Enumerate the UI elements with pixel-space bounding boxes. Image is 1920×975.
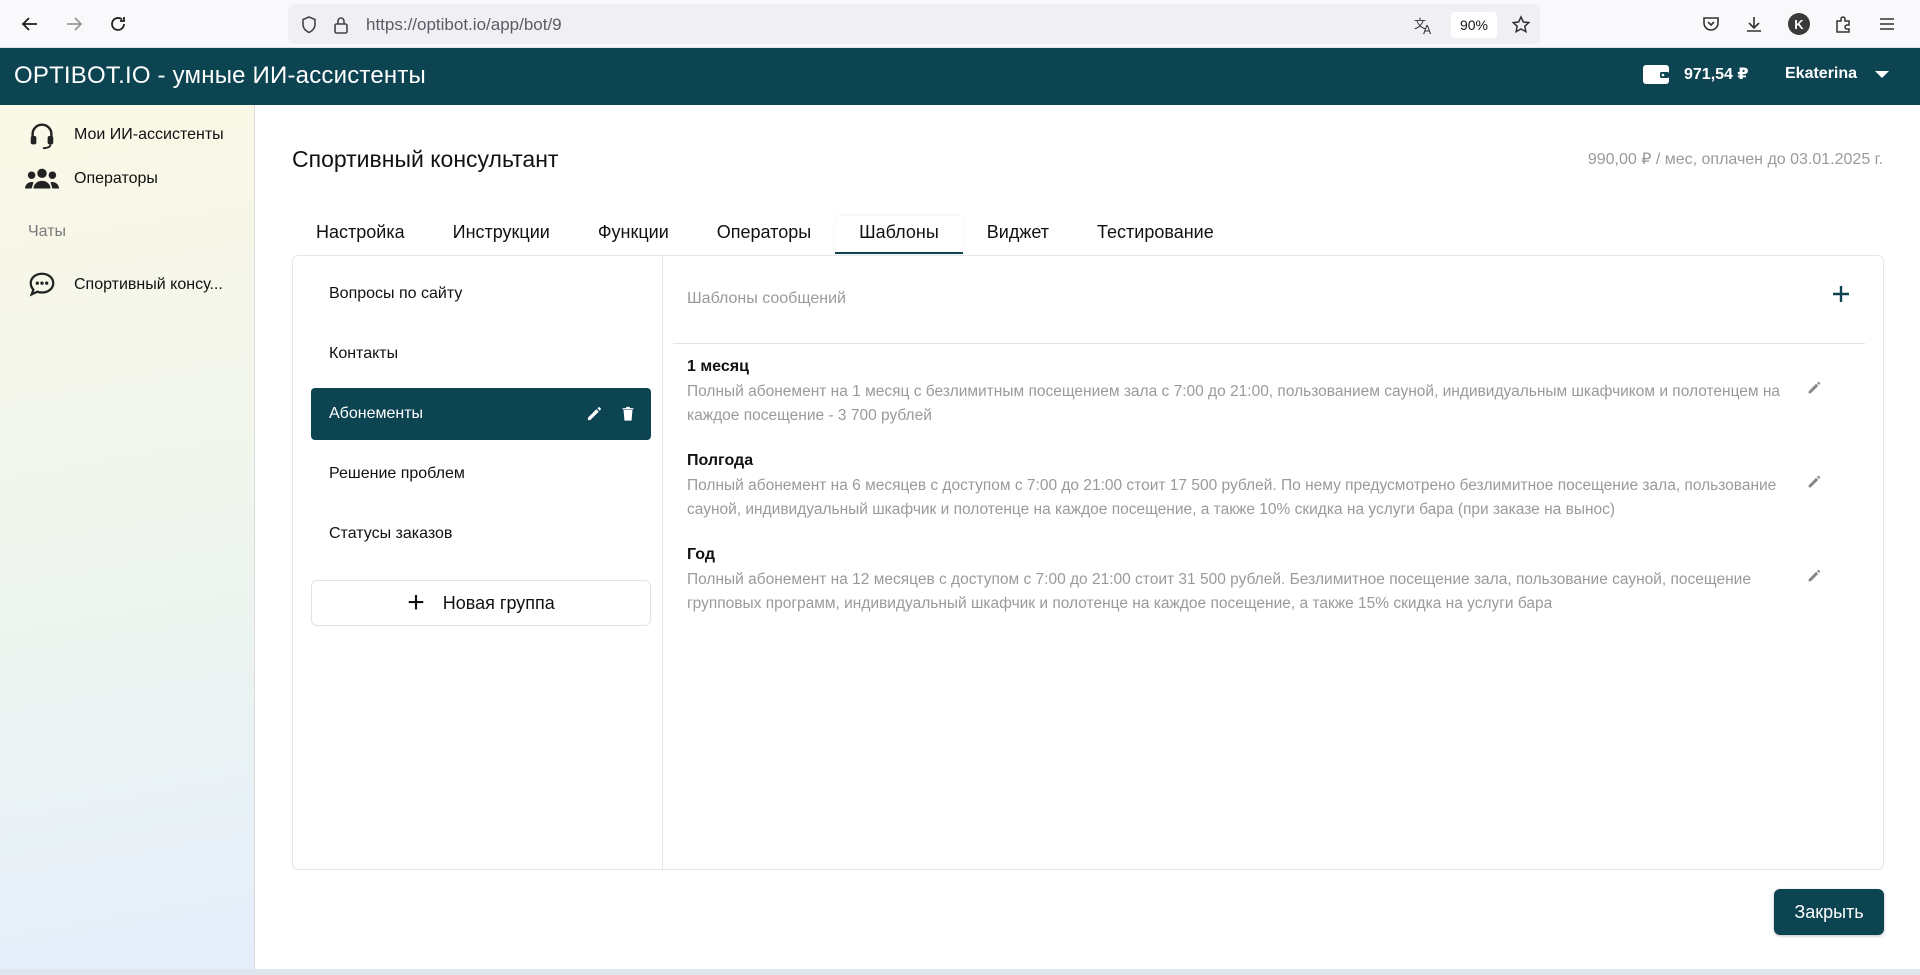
add-template-button[interactable] bbox=[1829, 282, 1853, 306]
arrow-left-icon bbox=[21, 17, 37, 31]
pocket-icon[interactable] bbox=[1698, 11, 1724, 37]
plus-icon bbox=[1833, 286, 1849, 302]
sidebar-item-label: Мои ИИ-ассистенты bbox=[74, 126, 224, 143]
tab-functions[interactable]: Функции bbox=[574, 216, 693, 254]
page-title: Спортивный консультант bbox=[292, 146, 559, 172]
browser-toolbar: https://optibot.io/app/bot/9 文A 90% K bbox=[0, 0, 1920, 48]
chat-bubble-icon bbox=[24, 269, 60, 301]
tab-templates[interactable]: Шаблоны bbox=[835, 216, 963, 254]
template-title: 1 месяц bbox=[687, 358, 749, 375]
back-button[interactable] bbox=[16, 10, 44, 38]
templates-header: Шаблоны сообщений bbox=[687, 290, 846, 307]
download-icon[interactable] bbox=[1741, 11, 1767, 37]
tab-operators[interactable]: Операторы bbox=[693, 216, 835, 254]
sidebar-item-operators[interactable]: Операторы bbox=[24, 163, 158, 195]
edit-pencil-icon[interactable] bbox=[1805, 472, 1823, 490]
extensions-icon[interactable] bbox=[1830, 11, 1856, 37]
user-menu[interactable]: Ekaterina bbox=[1785, 65, 1890, 83]
group-list: Вопросы по сайту Контакты Абонементы Реш… bbox=[293, 256, 663, 869]
divider bbox=[673, 343, 1865, 344]
plus-icon: + bbox=[407, 586, 425, 619]
edit-pencil-icon[interactable] bbox=[1805, 566, 1823, 584]
shield-icon[interactable] bbox=[298, 14, 320, 36]
group-item[interactable]: Решение проблем bbox=[311, 448, 651, 500]
group-label: Статусы заказов bbox=[329, 525, 453, 542]
template-item[interactable]: Год Полный абонемент на 12 месяцев с дос… bbox=[687, 546, 1847, 616]
new-group-button[interactable]: + Новая группа bbox=[311, 580, 651, 626]
svg-text:A: A bbox=[1423, 23, 1432, 36]
users-icon bbox=[24, 163, 60, 195]
template-item[interactable]: Полгода Полный абонемент на 6 месяцев с … bbox=[687, 452, 1847, 522]
bottom-strip bbox=[0, 969, 1920, 975]
group-label: Контакты bbox=[329, 345, 399, 362]
template-title: Год bbox=[687, 546, 715, 563]
bookmark-star-icon[interactable] bbox=[1510, 14, 1532, 36]
tab-widget[interactable]: Виджет bbox=[963, 216, 1073, 254]
avatar: K bbox=[1788, 13, 1810, 35]
group-item[interactable]: Вопросы по сайту bbox=[311, 268, 651, 320]
app-title[interactable]: OPTIBOT.IO - умные ИИ-ассистенты bbox=[14, 62, 426, 90]
group-item-selected[interactable]: Абонементы bbox=[311, 388, 651, 440]
template-item[interactable]: 1 месяц Полный абонемент на 1 месяц с бе… bbox=[687, 358, 1847, 428]
tab-instructions[interactable]: Инструкции bbox=[429, 216, 574, 254]
group-item[interactable]: Статусы заказов bbox=[311, 508, 651, 560]
sidebar-item-label: Спортивный консу... bbox=[74, 276, 223, 293]
sidebar-item-assistants[interactable]: Мои ИИ-ассистенты bbox=[24, 119, 224, 151]
url-text[interactable]: https://optibot.io/app/bot/9 bbox=[366, 15, 562, 35]
menu-icon[interactable] bbox=[1874, 11, 1900, 37]
group-item[interactable]: Контакты bbox=[311, 328, 651, 380]
edit-pencil-icon[interactable] bbox=[1805, 378, 1823, 396]
sidebar-item-label: Операторы bbox=[74, 170, 158, 187]
group-label: Вопросы по сайту bbox=[329, 285, 463, 302]
group-label: Решение проблем bbox=[329, 465, 465, 482]
template-title: Полгода bbox=[687, 452, 754, 469]
balance-amount: 971,54 ₽ bbox=[1684, 66, 1749, 83]
chevron-down-icon bbox=[1875, 70, 1890, 78]
forward-button[interactable] bbox=[60, 10, 88, 38]
group-label: Абонементы bbox=[329, 405, 424, 422]
balance[interactable]: 971,54 ₽ bbox=[1642, 62, 1749, 86]
edit-pencil-icon[interactable] bbox=[585, 404, 603, 422]
address-bar[interactable]: https://optibot.io/app/bot/9 文A 90% bbox=[288, 4, 1540, 44]
plan-info: 990,00 ₽ / мес, оплачен до 03.01.2025 г. bbox=[1587, 151, 1883, 168]
templates-panel: Вопросы по сайту Контакты Абонементы Реш… bbox=[292, 255, 1884, 870]
lock-icon[interactable] bbox=[330, 14, 352, 36]
template-text: Полный абонемент на 12 месяцев с доступо… bbox=[687, 571, 1751, 612]
headset-icon bbox=[24, 119, 60, 151]
arrow-right-icon bbox=[67, 17, 83, 31]
trash-icon[interactable] bbox=[619, 404, 637, 422]
section-chats-label: Чаты bbox=[28, 223, 67, 240]
sidebar: Мои ИИ-ассистенты Операторы Чаты Спортив… bbox=[0, 105, 255, 975]
profile-button[interactable]: K bbox=[1786, 11, 1812, 37]
zoom-level[interactable]: 90% bbox=[1451, 12, 1497, 38]
app-header: OPTIBOT.IO - умные ИИ-ассистенты 971,54 … bbox=[0, 48, 1920, 105]
user-name: Ekaterina bbox=[1785, 65, 1858, 82]
tab-bar: Настройка Инструкции Функции Операторы Ш… bbox=[292, 216, 1238, 254]
tab-settings[interactable]: Настройка bbox=[292, 216, 429, 254]
templates-list: Шаблоны сообщений 1 месяц Полный абонеме… bbox=[663, 256, 1883, 869]
wallet-icon bbox=[1643, 65, 1669, 84]
translate-icon[interactable]: 文A bbox=[1413, 14, 1435, 36]
template-text: Полный абонемент на 6 месяцев с доступом… bbox=[687, 477, 1777, 518]
tab-testing[interactable]: Тестирование bbox=[1073, 216, 1238, 254]
group-actions bbox=[585, 404, 637, 422]
template-text: Полный абонемент на 1 месяц с безлимитны… bbox=[687, 383, 1781, 424]
close-button[interactable]: Закрыть bbox=[1774, 889, 1884, 935]
sidebar-item-chat[interactable]: Спортивный консу... bbox=[24, 269, 223, 301]
reload-button[interactable] bbox=[104, 10, 132, 38]
new-group-label: Новая группа bbox=[442, 592, 555, 613]
reload-icon bbox=[111, 17, 125, 31]
